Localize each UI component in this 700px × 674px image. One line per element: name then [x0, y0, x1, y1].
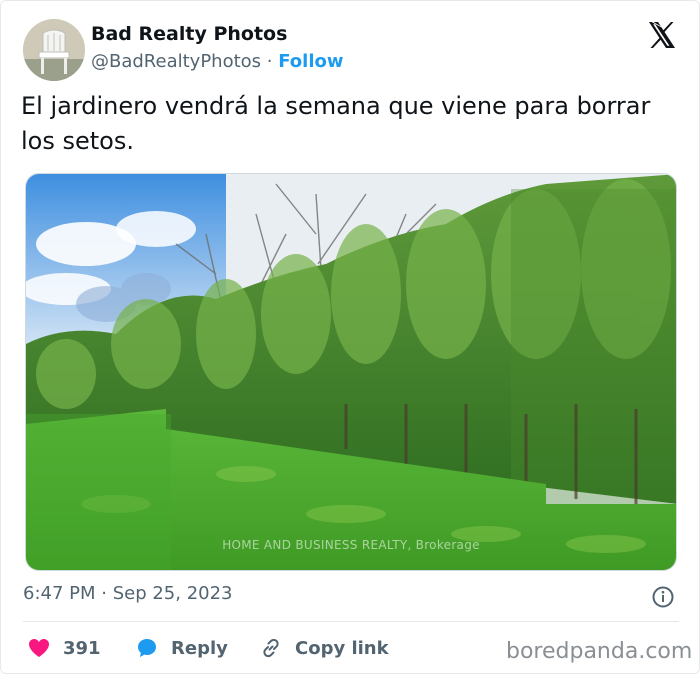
info-icon[interactable] — [651, 585, 675, 609]
reply-button[interactable]: Reply — [135, 633, 228, 663]
tweet-image[interactable]: HOME AND BUSINESS REALTY, Brokerage — [25, 173, 677, 571]
chair-avatar-image — [23, 19, 85, 81]
heart-icon — [27, 636, 51, 660]
likes-count: 391 — [63, 637, 101, 659]
copy-link-button[interactable]: Copy link — [259, 633, 389, 663]
author-handle-row: @BadRealtyPhotos · Follow — [91, 51, 344, 72]
tweet-embed-card: Bad Realty Photos @BadRealtyPhotos · Fol… — [0, 0, 700, 674]
timestamp-time: 6:47 PM — [23, 583, 96, 604]
author-name[interactable]: Bad Realty Photos — [91, 23, 287, 45]
reply-label: Reply — [171, 637, 228, 659]
timestamp-separator: · — [95, 583, 113, 604]
handle-separator: · — [261, 51, 279, 72]
tweet-timestamp[interactable]: 6:47 PM · Sep 25, 2023 — [23, 583, 233, 604]
author-handle[interactable]: @BadRealtyPhotos — [91, 51, 261, 72]
speech-bubble-icon — [135, 636, 159, 660]
hedge-photo — [26, 174, 676, 570]
boredpanda-watermark: boredpanda.com — [506, 639, 693, 664]
image-watermark: HOME AND BUSINESS REALTY, Brokerage — [222, 538, 480, 552]
tweet-text: El jardinero vendrá la semana que viene … — [21, 92, 651, 155]
copy-link-label: Copy link — [295, 637, 389, 659]
like-button[interactable]: 391 — [27, 633, 101, 663]
follow-button[interactable]: Follow — [278, 51, 343, 72]
x-logo-icon[interactable] — [646, 19, 678, 51]
timestamp-date: Sep 25, 2023 — [112, 583, 233, 604]
author-avatar[interactable] — [23, 19, 85, 81]
divider — [23, 621, 679, 622]
link-icon — [259, 636, 283, 660]
